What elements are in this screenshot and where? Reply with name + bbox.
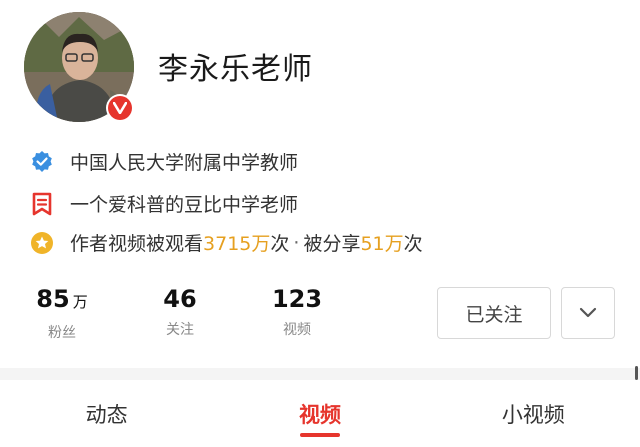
videos-value: 123 <box>271 285 323 313</box>
stat-following[interactable]: 46 关注 <box>140 285 220 339</box>
verified-v-icon <box>106 94 134 122</box>
profile-tabs: 动态 视频 小视频 <box>0 380 640 447</box>
views-line: 作者视频被观看 3715万 次 · 被分享 51万 次 <box>30 229 423 256</box>
following-value: 46 <box>163 285 197 313</box>
avatar-container[interactable] <box>24 12 134 122</box>
more-dropdown-button[interactable] <box>561 287 615 339</box>
verification-text: 中国人民大学附属中学教师 <box>70 152 299 174</box>
fans-value: 85 <box>36 285 70 313</box>
scrollbar[interactable] <box>635 366 638 380</box>
verification-line: 中国人民大学附属中学教师 <box>30 148 298 175</box>
bio-line: 一个爱科普的豆比中学老师 <box>30 190 298 217</box>
videos-label: 视频 <box>283 322 311 338</box>
fans-count: 85 万 <box>22 285 102 316</box>
tab-label: 动态 <box>85 402 128 427</box>
section-divider <box>0 368 640 380</box>
separator-dot: · <box>293 231 300 254</box>
followed-button[interactable]: 已关注 <box>437 287 551 339</box>
chevron-down-icon <box>579 304 597 323</box>
blue-check-badge-icon <box>30 150 54 174</box>
stat-videos[interactable]: 123 视频 <box>257 285 337 339</box>
fans-unit: 万 <box>72 293 88 311</box>
stat-fans[interactable]: 85 万 粉丝 <box>22 285 102 342</box>
profile-page: 李永乐老师 中国人民大学附属中学教师 一个爱科普的豆比中学老师 作者视频被观看 … <box>0 0 640 447</box>
views-count: 3715万 <box>203 233 271 255</box>
shares-count: 51万 <box>360 233 404 255</box>
views-prefix: 作者视频被观看 <box>70 233 204 255</box>
following-label: 关注 <box>166 322 194 338</box>
profile-name: 李永乐老师 <box>158 52 313 87</box>
tab-short-videos[interactable]: 小视频 <box>427 380 640 447</box>
tab-label: 小视频 <box>501 402 565 427</box>
shares-suffix: 次 <box>403 233 423 255</box>
tab-videos[interactable]: 视频 <box>213 380 426 447</box>
bio-text: 一个爱科普的豆比中学老师 <box>70 194 299 216</box>
bookmark-icon <box>30 192 54 216</box>
tab-dynamics[interactable]: 动态 <box>0 380 213 447</box>
active-tab-indicator <box>299 433 340 437</box>
star-medal-icon <box>30 231 54 255</box>
shares-prefix: 被分享 <box>303 233 361 255</box>
views-suffix: 次 <box>270 233 290 255</box>
tab-label: 视频 <box>298 402 341 427</box>
fans-label: 粉丝 <box>48 325 76 341</box>
